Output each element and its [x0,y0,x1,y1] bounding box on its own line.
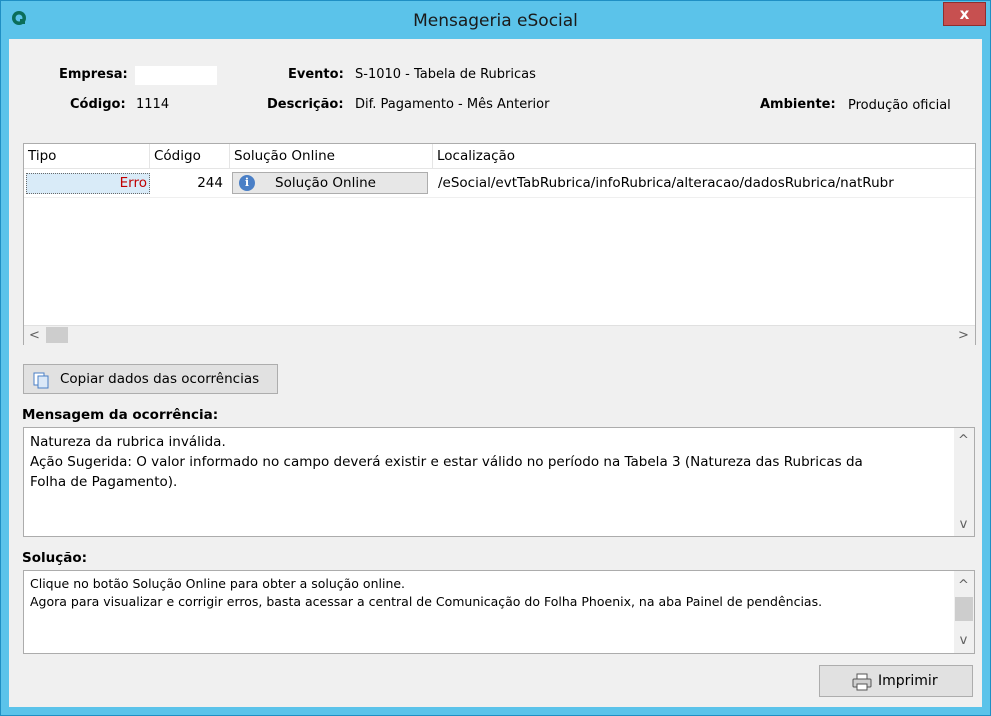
mensagem-scroll-down-button[interactable]: v [954,515,973,534]
cell-localizacao[interactable]: /eSocial/evtTabRubrica/infoRubrica/alter… [434,169,974,197]
mensagem-label: Mensagem da ocorrência: [22,407,219,423]
column-header-tipo[interactable]: Tipo [24,144,150,168]
horizontal-scrollbar[interactable]: < > [24,325,975,345]
column-header-codigo[interactable]: Código [150,144,230,168]
column-header-solucao[interactable]: Solução Online [230,144,433,168]
scroll-right-button[interactable]: > [954,326,973,345]
mensagem-text: Natureza da rubrica inválida. Ação Suger… [30,432,863,492]
solucao-line-1: Clique no botão Solução Online para obte… [30,576,406,591]
title-bar[interactable]: Mensageria eSocial x [1,1,990,39]
descricao-label: Descrição: [267,97,344,112]
main-window: Mensageria eSocial x Empresa: Código: 11… [0,0,991,716]
codigo-label: Código: [70,97,126,112]
close-button[interactable]: x [943,2,986,26]
horizontal-scroll-thumb[interactable] [46,327,68,343]
scroll-left-button[interactable]: < [25,326,44,345]
mensagem-textarea[interactable]: Natureza da rubrica inválida. Ação Suger… [23,427,975,537]
cell-codigo[interactable]: 244 [152,169,227,197]
dialog-body: Empresa: Código: 1114 Evento: S-1010 - T… [9,39,982,707]
empresa-value [135,66,217,85]
solucao-line-2: Agora para visualizar e corrigir erros, … [30,594,823,609]
mensagem-line-1: Natureza da rubrica inválida. [30,434,226,450]
codigo-value: 1114 [136,97,170,112]
mensagem-line-3: Folha de Pagamento). [30,474,178,490]
solucao-online-button[interactable]: i Solução Online [232,172,428,194]
printer-icon [852,673,872,691]
solucao-label: Solução: [22,550,88,566]
print-label: Imprimir [878,673,938,689]
solucao-online-label: Solução Online [275,175,376,191]
mensagem-vertical-scrollbar[interactable]: ^ v [954,428,974,536]
occurrences-grid[interactable]: Tipo Código Solução Online Localização E… [23,143,976,345]
copy-occurrences-button[interactable]: Copiar dados das ocorrências [23,364,278,394]
column-header-localizacao[interactable]: Localização [433,144,975,168]
copy-icon [33,372,49,389]
descricao-value: Dif. Pagamento - Mês Anterior [355,97,550,112]
table-row[interactable]: Erro 244 i Solução Online /eSocial/evtTa… [24,169,975,198]
evento-label: Evento: [288,67,344,82]
solucao-scroll-thumb[interactable] [955,597,973,621]
cell-tipo[interactable]: Erro [26,173,150,194]
grid-header: Tipo Código Solução Online Localização [24,144,975,169]
solucao-vertical-scrollbar[interactable]: ^ v [954,571,974,653]
mensagem-scroll-up-button[interactable]: ^ [954,431,973,450]
empresa-label: Empresa: [59,67,128,82]
solucao-text: Clique no botão Solução Online para obte… [30,575,822,611]
copy-occurrences-label: Copiar dados das ocorrências [60,371,260,387]
print-button[interactable]: Imprimir [819,665,973,697]
solucao-textarea[interactable]: Clique no botão Solução Online para obte… [23,570,975,654]
evento-value: S-1010 - Tabela de Rubricas [355,67,536,82]
solucao-scroll-down-button[interactable]: v [954,631,973,650]
mensagem-line-2: Ação Sugerida: O valor informado no camp… [30,454,863,470]
solucao-scroll-up-button[interactable]: ^ [954,576,973,595]
info-icon: i [239,175,255,191]
ambiente-value: Produção oficial [848,98,951,113]
ambiente-label: Ambiente: [760,97,836,112]
window-title: Mensageria eSocial [413,11,578,31]
